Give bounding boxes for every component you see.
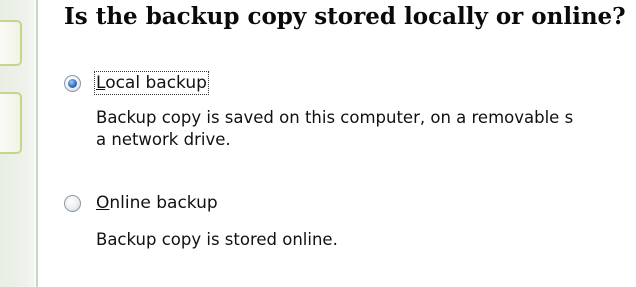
- online-backup-label-text: nline backup: [109, 193, 218, 213]
- panel-divider: [36, 0, 38, 287]
- left-panel: [0, 0, 36, 287]
- online-backup-radio[interactable]: [64, 195, 81, 212]
- local-backup-label-text: ocal backup: [105, 73, 207, 93]
- local-backup-description: a network drive.: [96, 130, 231, 149]
- online-backup-mnemonic: O: [96, 193, 110, 213]
- local-backup-label[interactable]: Local backup: [94, 71, 209, 95]
- local-backup-mnemonic: L: [96, 73, 106, 93]
- local-backup-description: Backup copy is saved on this computer, o…: [96, 108, 574, 127]
- nav-tab[interactable]: [0, 20, 22, 66]
- online-backup-label[interactable]: Online backup: [96, 192, 218, 214]
- local-backup-radio[interactable]: [64, 75, 81, 92]
- online-backup-description: Backup copy is stored online.: [96, 230, 338, 249]
- nav-tab[interactable]: [0, 92, 22, 154]
- page-heading: Is the backup copy stored locally or onl…: [64, 3, 626, 30]
